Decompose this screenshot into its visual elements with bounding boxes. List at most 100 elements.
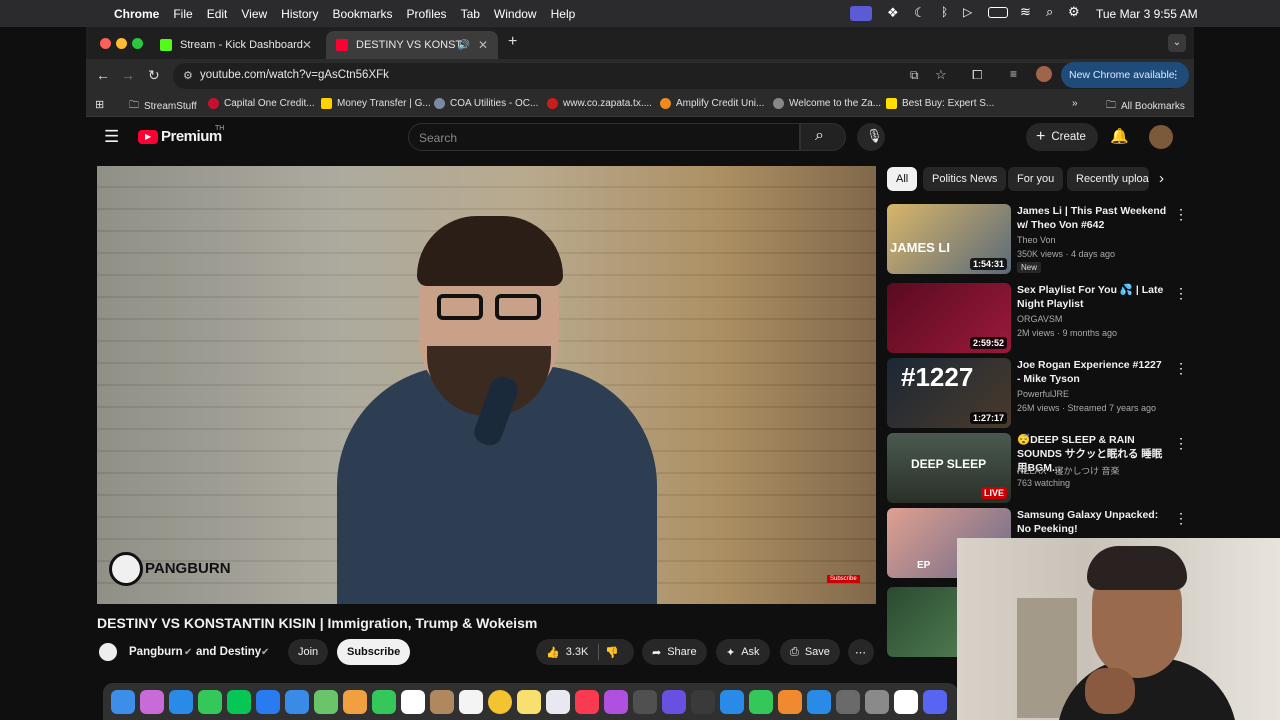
music-icon[interactable]: [575, 689, 599, 714]
cast-icon[interactable]: ⧉: [910, 68, 919, 83]
bookmark-capital-one[interactable]: Capital One Credit...: [208, 98, 315, 109]
mail-icon[interactable]: [285, 689, 309, 714]
pages-icon[interactable]: [778, 689, 802, 714]
video-title[interactable]: Samsung Galaxy Unpacked: No Peeking!: [1017, 508, 1167, 536]
thumbs-down-icon[interactable]: 👎: [605, 646, 619, 659]
more-vertical-icon[interactable]: ⋮: [1174, 206, 1188, 223]
chip-all[interactable]: All: [887, 167, 918, 191]
channel-name[interactable]: PowerfulJRE: [1017, 389, 1069, 399]
bookmark-coa-utilities[interactable]: COA Utilities - OC...: [434, 98, 538, 109]
calculator-icon[interactable]: [836, 689, 860, 714]
address-bar[interactable]: ⚙ youtube.com/watch?v=gAsCtn56XFk ⧉ ☆: [173, 63, 1183, 89]
search-input[interactable]: Search: [408, 123, 800, 151]
video-thumbnail[interactable]: 2:59:52: [887, 283, 1011, 353]
profile-avatar-icon[interactable]: [1036, 66, 1052, 82]
safari-icon[interactable]: [169, 689, 193, 714]
recommendation-item[interactable]: 2:59:52 Sex Playlist For You 💦 | Late Ni…: [887, 283, 1188, 353]
channel-name[interactable]: ORGAVSM: [1017, 314, 1062, 324]
close-window-button[interactable]: [100, 38, 111, 49]
all-bookmarks[interactable]: 🗀 All Bookmarks: [1106, 98, 1185, 115]
join-button[interactable]: Join: [288, 639, 329, 665]
close-tab-icon[interactable]: ✕: [302, 38, 312, 52]
messenger-icon[interactable]: [256, 689, 280, 714]
subscribe-button[interactable]: Subscribe: [337, 639, 411, 665]
menu-file[interactable]: File: [173, 7, 192, 21]
apps-grid-icon[interactable]: ⊞: [95, 98, 104, 111]
reading-list-icon[interactable]: ≡: [1010, 67, 1017, 81]
more-vertical-icon[interactable]: ⋮: [1174, 510, 1188, 527]
more-vertical-icon[interactable]: ⋮: [1174, 360, 1188, 377]
menu-edit[interactable]: Edit: [207, 7, 228, 21]
bookmark-best-buy[interactable]: Best Buy: Expert S...: [886, 98, 994, 109]
video-title[interactable]: James Li | This Past Weekend w/ Theo Von…: [1017, 204, 1167, 232]
site-info-icon[interactable]: ⚙: [183, 69, 193, 82]
forward-icon[interactable]: →: [121, 67, 135, 83]
keynote-icon[interactable]: [720, 689, 744, 714]
system-settings-icon[interactable]: [865, 689, 889, 714]
more-vertical-icon[interactable]: ⋮: [1171, 69, 1182, 81]
finder-icon[interactable]: [111, 689, 135, 714]
youtube-premium-logo[interactable]: Premium: [161, 128, 222, 145]
wifi-icon[interactable]: ≋: [1020, 4, 1031, 20]
close-tab-icon[interactable]: ✕: [478, 38, 488, 52]
bookmark-money-transfer[interactable]: Money Transfer | G...: [321, 98, 431, 109]
calendar-icon[interactable]: [401, 689, 425, 714]
control-center-icon[interactable]: ⚙: [1068, 4, 1080, 20]
dropbox-icon[interactable]: ❖: [887, 5, 899, 21]
search-button[interactable]: ⌕: [800, 123, 846, 151]
menu-app-name[interactable]: Chrome: [114, 7, 159, 21]
thumbs-up-icon[interactable]: 👍: [546, 646, 560, 659]
play-icon[interactable]: ▷: [963, 5, 972, 19]
ask-button[interactable]: ✦ Ask: [716, 639, 770, 665]
video-thumbnail[interactable]: JAMES LI 1:54:31: [887, 204, 1011, 274]
subscribe-watermark[interactable]: Subscribe: [827, 575, 860, 583]
menu-window[interactable]: Window: [494, 7, 537, 21]
more-actions-button[interactable]: ⋯: [848, 639, 874, 665]
collab-channel-name[interactable]: and Destiny: [196, 646, 261, 658]
more-vertical-icon[interactable]: ⋮: [1174, 435, 1188, 452]
facetime-icon[interactable]: [372, 689, 396, 714]
menu-tab[interactable]: Tab: [461, 7, 480, 21]
launchpad-icon[interactable]: [140, 689, 164, 714]
notes-box-icon[interactable]: [430, 689, 454, 714]
tab-youtube-video[interactable]: DESTINY VS KONSTANTIN 🔊 ✕: [326, 31, 498, 59]
extensions-icon[interactable]: ⧠: [972, 67, 982, 83]
chips-next-icon[interactable]: ›: [1159, 170, 1164, 187]
freeform-icon[interactable]: [546, 689, 570, 714]
account-avatar[interactable]: [1149, 125, 1173, 149]
youtube-logo-icon[interactable]: ▶: [138, 130, 158, 144]
back-icon[interactable]: ←: [96, 67, 110, 83]
line-icon[interactable]: [227, 689, 251, 714]
menu-profiles[interactable]: Profiles: [407, 7, 447, 21]
minimize-window-button[interactable]: [116, 38, 127, 49]
save-button[interactable]: ⎙ Save: [780, 639, 840, 665]
channel-avatar[interactable]: [97, 641, 119, 663]
battery-icon[interactable]: [988, 7, 1008, 18]
imovie-icon[interactable]: [662, 689, 686, 714]
audio-playing-icon[interactable]: 🔊: [458, 40, 470, 51]
bookmark-streamstuff[interactable]: 🗀 StreamStuff: [129, 98, 197, 115]
more-vertical-icon[interactable]: ⋮: [1174, 285, 1188, 302]
bookmark-zapata[interactable]: www.co.zapata.tx....: [547, 98, 652, 109]
menu-help[interactable]: Help: [551, 7, 576, 21]
share-button[interactable]: ➦ Share: [642, 639, 707, 665]
preview-icon[interactable]: [691, 689, 715, 714]
reload-icon[interactable]: ↻: [148, 67, 160, 84]
menu-history[interactable]: History: [281, 7, 318, 21]
clock-icon[interactable]: [633, 689, 657, 714]
menubar-clock[interactable]: Tue Mar 3 9:55 AM: [1096, 7, 1198, 21]
notifications-bell-icon[interactable]: 🔔: [1110, 127, 1129, 145]
video-thumbnail[interactable]: #1227 1:27:17: [887, 358, 1011, 428]
create-button[interactable]: + Create: [1026, 123, 1098, 151]
bookmarks-overflow-icon[interactable]: »: [1072, 98, 1078, 109]
channel-name[interactable]: Pangburn: [129, 646, 183, 658]
recommendation-item[interactable]: JAMES LI 1:54:31 James Li | This Past We…: [887, 204, 1188, 274]
spotlight-icon[interactable]: ⌕: [1046, 4, 1053, 20]
app-store-icon[interactable]: [807, 689, 831, 714]
channel-name[interactable]: Theo Von: [1017, 235, 1056, 245]
photos-icon[interactable]: [343, 689, 367, 714]
like-count[interactable]: 3.3K: [566, 646, 589, 658]
url-text[interactable]: youtube.com/watch?v=gAsCtn56XFk: [200, 69, 389, 81]
bluetooth-icon[interactable]: ᛒ: [941, 5, 948, 19]
menu-bookmarks[interactable]: Bookmarks: [333, 7, 393, 21]
